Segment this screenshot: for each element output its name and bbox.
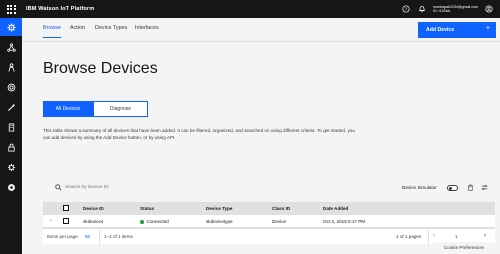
- main-content: Browse Action Device Types Interfaces Ad…: [22, 18, 500, 254]
- org-id: ID: r152ws: [433, 9, 451, 13]
- waffle-menu-icon[interactable]: [0, 0, 22, 18]
- date-added-cell: Oct 3, 2019 5:17 PM: [323, 219, 366, 224]
- all-devices-toggle[interactable]: All Devices: [43, 101, 93, 117]
- search-input[interactable]: [65, 182, 245, 193]
- help-icon[interactable]: ?: [401, 4, 411, 14]
- column-header-device-type[interactable]: Device Type: [206, 206, 232, 211]
- select-all-checkbox[interactable]: [63, 205, 69, 211]
- sidebar-item-lock[interactable]: [0, 138, 22, 156]
- sub-navigation: Browse Action Device Types Interfaces Ad…: [22, 18, 500, 42]
- items-per-page-label: Items per page:: [47, 234, 79, 239]
- person-icon: [7, 62, 15, 72]
- device-type-cell: skdevicetype: [206, 219, 233, 224]
- cookie-preferences-button[interactable]: Cookie Preferences: [434, 242, 494, 252]
- tab-browse[interactable]: Browse: [43, 25, 61, 38]
- column-header-date-added[interactable]: Date Added: [323, 206, 348, 211]
- tab-action[interactable]: Action: [70, 25, 85, 31]
- sidebar-item-devices[interactable]: [0, 18, 22, 36]
- sidebar-item-security[interactable]: [0, 78, 22, 96]
- device-simulator-label: Device Simulator: [402, 185, 437, 190]
- column-header-class-id[interactable]: Class ID: [272, 206, 290, 211]
- svg-text:?: ?: [405, 7, 408, 12]
- filter-settings-icon[interactable]: [481, 184, 488, 191]
- circle-icon: [7, 183, 15, 191]
- plus-icon: +: [485, 25, 490, 32]
- tab-interfaces[interactable]: Interfaces: [135, 25, 159, 31]
- sidebar-item-rules[interactable]: [0, 98, 22, 116]
- next-page-icon[interactable]: ›: [484, 233, 486, 239]
- row-checkbox[interactable]: [63, 218, 69, 224]
- pager-divider: [99, 229, 100, 245]
- table-row[interactable]: › skdevice4 Connected skdevicetype Devic…: [43, 215, 495, 228]
- cog-icon: [7, 163, 15, 171]
- sidebar-item-apps[interactable]: [0, 38, 22, 56]
- status-cell: Connected: [140, 219, 169, 224]
- sidebar-item-dashboard[interactable]: [0, 178, 22, 196]
- card-icon: [8, 122, 14, 132]
- prev-page-icon[interactable]: ‹: [433, 233, 435, 239]
- sidebar-item-settings[interactable]: [0, 158, 22, 176]
- class-id-cell: Device: [272, 219, 287, 224]
- sidebar: [0, 18, 22, 254]
- wand-icon: [7, 103, 15, 111]
- devices-table-panel: Device Simulator Device ID Status Device…: [43, 176, 495, 248]
- items-per-page-select[interactable]: 50: [85, 234, 90, 239]
- user-avatar-icon[interactable]: [484, 4, 494, 14]
- table-header: Device ID Status Device Type Class ID Da…: [43, 202, 495, 215]
- current-page-select[interactable]: 1: [455, 234, 458, 239]
- device-id-cell: skdevice4: [83, 219, 104, 224]
- top-bar: IBM Watson IoT Platform ? moetrapati1234…: [0, 0, 500, 18]
- diagnose-toggle[interactable]: Diagnose: [93, 101, 148, 117]
- device-simulator-toggle[interactable]: [447, 185, 458, 191]
- add-device-label: Add Device: [426, 27, 455, 33]
- page-title: Browse Devices: [43, 60, 158, 77]
- column-header-status[interactable]: Status: [140, 206, 154, 211]
- pages-text: 1 of 1 pages: [396, 234, 422, 239]
- table-toolbar: Device Simulator: [43, 176, 495, 200]
- status-text: Connected: [146, 219, 169, 224]
- sidebar-item-extensions[interactable]: [0, 118, 22, 136]
- search-icon: [55, 184, 62, 191]
- status-connected-icon: [140, 220, 144, 224]
- trash-icon[interactable]: [467, 184, 474, 191]
- items-range: 1–1 of 1 items: [104, 234, 133, 239]
- tab-device-types[interactable]: Device Types: [95, 25, 127, 31]
- network-icon: [6, 42, 16, 52]
- user-account[interactable]: moetrapati1234@gmail.com ID: r152ws: [433, 5, 478, 14]
- lock-icon: [7, 143, 15, 152]
- expand-row-chevron-icon[interactable]: ›: [50, 218, 52, 224]
- app-title: IBM Watson IoT Platform: [26, 6, 95, 12]
- page-description: This table shows a summary of all device…: [43, 128, 355, 140]
- column-header-device-id[interactable]: Device ID: [83, 206, 104, 211]
- gear-icon: [6, 22, 16, 32]
- view-switcher: All Devices Diagnose: [43, 101, 148, 117]
- pager-divider: [428, 229, 429, 245]
- pagination-bar: Items per page: 50 1–1 of 1 items 1 of 1…: [43, 228, 495, 245]
- notification-icon[interactable]: [417, 4, 427, 14]
- add-device-button[interactable]: Add Device +: [418, 22, 496, 38]
- sidebar-item-members[interactable]: [0, 58, 22, 76]
- shield-icon: [7, 83, 15, 91]
